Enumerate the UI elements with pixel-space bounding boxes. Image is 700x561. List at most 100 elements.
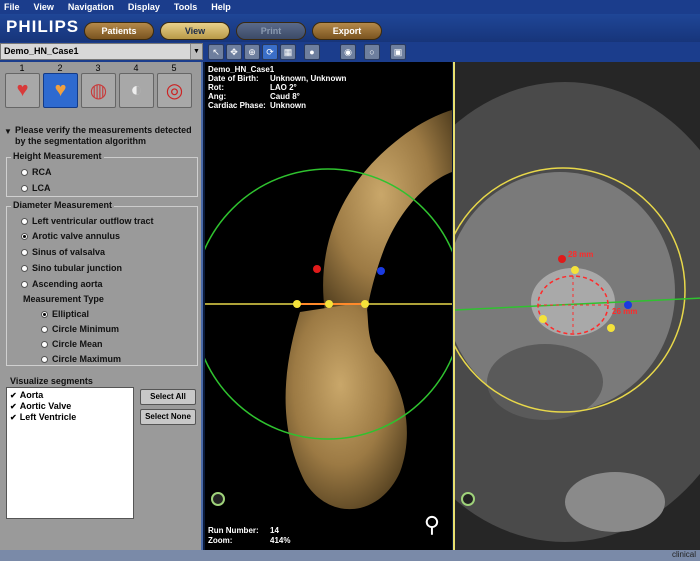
- body-orientation-icon: ⚲: [423, 512, 440, 537]
- menu-navigation[interactable]: Navigation: [68, 2, 114, 12]
- aortic-arch: [323, 110, 452, 322]
- rotate-icon[interactable]: ⟳: [262, 44, 278, 60]
- radio-icon: [41, 355, 48, 363]
- step-1-heart-button[interactable]: ♥: [5, 73, 40, 108]
- select-all-button[interactable]: Select All: [140, 389, 196, 405]
- viewport-menu-icon[interactable]: [211, 492, 225, 506]
- pan-icon[interactable]: ✥: [226, 44, 242, 60]
- info-row: Rot: LAO 2°: [208, 83, 297, 92]
- radio-circle-maximum[interactable]: Circle Maximum: [41, 354, 121, 364]
- measure-point: [571, 266, 579, 274]
- zoom-label: Zoom:: [208, 536, 233, 545]
- step-4-angio-button[interactable]: ◐: [119, 73, 154, 108]
- palette-icon[interactable]: ●: [304, 44, 320, 60]
- record-icon[interactable]: ◉: [340, 44, 356, 60]
- segment-aorta[interactable]: ✔ Aorta: [10, 390, 43, 400]
- radio-label: Left ventricular outflow tract: [32, 216, 154, 226]
- height-measurement-group: Height Measurement RCA LCA: [6, 151, 198, 197]
- patient-info-overlay: Demo_HN_Case1 Date of Birth: Unknown, Unk…: [208, 65, 346, 110]
- radio-label: LCA: [32, 183, 51, 193]
- radio-icon: [21, 248, 28, 256]
- run-number-label: Run Number:: [208, 526, 259, 535]
- radio-circle-minimum[interactable]: Circle Minimum: [41, 324, 119, 334]
- sphere-icon[interactable]: ○: [364, 44, 380, 60]
- clinical-mode-label: clinical: [671, 550, 696, 559]
- header-bar: PHILIPS Patients View Print Export: [0, 14, 700, 42]
- step-3-valve-button[interactable]: ◍: [81, 73, 116, 108]
- brand-logo: PHILIPS: [6, 17, 80, 36]
- select-icon[interactable]: ▦: [280, 44, 296, 60]
- checkmark-icon: ✔: [10, 390, 17, 400]
- radio-label: Circle Mean: [52, 339, 103, 349]
- toolbar: Demo_HN_Case1 ▼ ↖ ✥ ⊕ ⟳ ▦ ● ◉ ○ ▣: [0, 42, 700, 62]
- diameter-measurement-group: Diameter Measurement Left ventricular ou…: [6, 200, 198, 366]
- lca-point: [377, 267, 385, 275]
- status-bar: clinical: [0, 550, 700, 561]
- radio-circle-mean[interactable]: Circle Mean: [41, 339, 103, 349]
- info-row: Cardiac Phase: Unknown: [208, 101, 306, 110]
- tab-export[interactable]: Export: [312, 22, 382, 40]
- radio-label: Sinus of valsalva: [32, 247, 106, 257]
- radio-rca[interactable]: RCA: [21, 167, 52, 177]
- height-measurement-title: Height Measurement: [11, 151, 104, 161]
- tab-view[interactable]: View: [160, 22, 230, 40]
- red-point: [558, 255, 566, 263]
- radio-label: Arotic valve annulus: [32, 231, 121, 241]
- tab-patients[interactable]: Patients: [84, 22, 154, 40]
- zoom-icon[interactable]: ⊕: [244, 44, 260, 60]
- radio-icon: [21, 280, 28, 288]
- volume-3d-viewport[interactable]: Demo_HN_Case1 Date of Birth: Unknown, Unk…: [205, 62, 452, 550]
- segment-label: Left Ventricle: [19, 412, 77, 422]
- viewport-menu-icon[interactable]: [461, 492, 475, 506]
- menu-help[interactable]: Help: [211, 2, 231, 12]
- instruction-label: Please verify the measurements detected …: [15, 125, 192, 146]
- radio-lca[interactable]: LCA: [21, 183, 51, 193]
- step-5-overlay-button[interactable]: ◎: [157, 73, 192, 108]
- radio-elliptical[interactable]: Elliptical: [41, 309, 89, 319]
- radio-sinus-of-valsalva[interactable]: Sinus of valsalva: [21, 247, 105, 257]
- segment-left-ventricle[interactable]: ✔ Left Ventricle: [10, 412, 76, 422]
- segment-aortic-valve[interactable]: ✔ Aortic Valve: [10, 401, 71, 411]
- instruction-text: ▼ Please verify the measurements detecte…: [4, 125, 200, 147]
- menu-view[interactable]: View: [34, 2, 54, 12]
- radio-selected-icon: [21, 232, 28, 240]
- case-select[interactable]: Demo_HN_Case1 ▼: [0, 43, 203, 60]
- app-window: File View Navigation Display Tools Help …: [0, 0, 700, 561]
- menu-display[interactable]: Display: [128, 2, 160, 12]
- radio-sino-tubular-junction[interactable]: Sino tubular junction: [21, 263, 122, 273]
- radio-ascending-aorta[interactable]: Ascending aorta: [21, 279, 103, 289]
- angio-icon: ◐: [130, 79, 143, 101]
- radio-lvot[interactable]: Left ventricular outflow tract: [21, 216, 154, 226]
- measure-point: [607, 324, 615, 332]
- spine: [565, 472, 665, 532]
- step-number: 3: [95, 63, 101, 73]
- measure-point: [293, 300, 301, 308]
- chevron-down-icon[interactable]: ▼: [190, 44, 202, 59]
- ct-slice-image: [455, 62, 700, 550]
- menu-file[interactable]: File: [4, 2, 20, 12]
- info-row: Ang: Caud 8°: [208, 92, 300, 101]
- radio-label: Elliptical: [52, 309, 90, 319]
- radio-icon: [21, 217, 28, 225]
- menu-tools[interactable]: Tools: [174, 2, 197, 12]
- measurement-label-right: 26 mm: [612, 307, 638, 316]
- radio-aortic-valve-annulus[interactable]: Arotic valve annulus: [21, 231, 120, 241]
- step-2-measure-button[interactable]: ♥: [43, 73, 78, 108]
- menu-bar: File View Navigation Display Tools Help: [0, 0, 700, 14]
- checkmark-icon: ✔: [10, 412, 17, 422]
- visualize-segments-title: Visualize segments: [10, 376, 93, 386]
- radio-icon: [21, 168, 28, 176]
- camera-icon[interactable]: ▣: [390, 44, 406, 60]
- ct-slice-viewport[interactable]: 28 mm 26 mm: [453, 62, 700, 550]
- radio-label: Circle Minimum: [52, 324, 120, 334]
- segments-list[interactable]: ✔ Aorta ✔ Aortic Valve ✔ Left Ventricle: [6, 387, 134, 519]
- pointer-icon[interactable]: ↖: [208, 44, 224, 60]
- radio-selected-icon: [41, 310, 48, 318]
- select-none-button[interactable]: Select None: [140, 409, 196, 425]
- ventricle: [487, 344, 603, 420]
- diameter-measurement-title: Diameter Measurement: [11, 200, 115, 210]
- step-number: 2: [57, 63, 63, 73]
- radio-label: Ascending aorta: [32, 279, 103, 289]
- segmentation-panel: 1 2 3 4 5 ♥ ♥ ◍ ◐ ◎ ▼ Please verify the …: [0, 62, 203, 561]
- overlay-icon: ◎: [165, 80, 184, 102]
